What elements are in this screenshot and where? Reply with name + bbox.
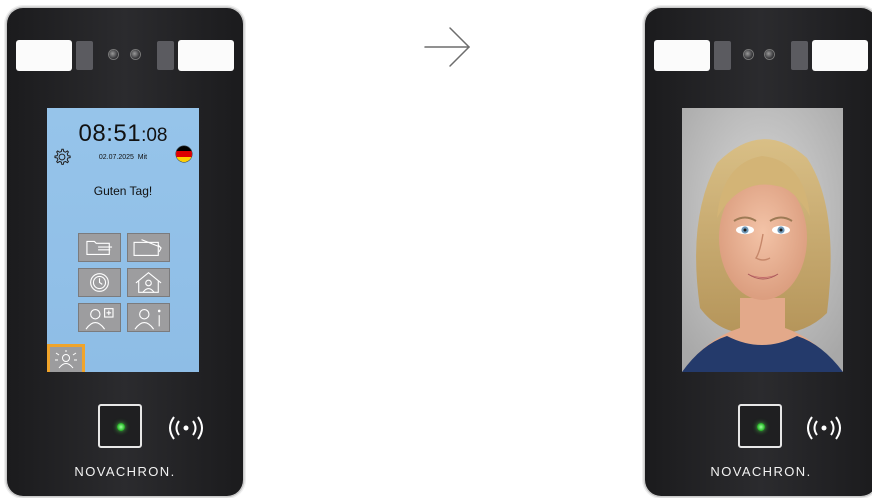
brand-logo: NOVACHRON. [710,464,812,479]
fingerprint-reader[interactable] [98,404,142,448]
clock-display: 08:51:08 [47,120,199,148]
ir-illuminator-right [178,40,234,71]
gear-icon[interactable] [51,146,73,168]
folder-card-button[interactable] [78,233,121,262]
sensor-left [714,41,731,70]
face-photo [682,108,843,372]
clock-hours-minutes: 08:51 [78,120,142,147]
weekday-value: Mit [137,154,148,161]
camera-lens-icon [744,50,753,59]
home-user-icon [135,272,162,293]
terminal-screen: 08:51:08 02.07.2025 Mit Guten Tag! [47,108,199,372]
rfid-icon [169,416,203,440]
date-value: 02.07.2025 [98,154,134,161]
rfid-icon [807,416,841,440]
ir-illuminator-left [654,40,710,71]
camera-sensor-bar [16,40,234,71]
terminal-device-left: 08:51:08 02.07.2025 Mit Guten Tag! NOVAC… [7,8,243,496]
status-led-icon [757,423,765,431]
user-info-icon [134,309,161,330]
status-led-icon [117,423,125,431]
add-user-icon [85,308,114,330]
sensor-right [157,41,174,70]
card-swipe-button[interactable] [127,233,170,262]
clock-icon [90,273,109,292]
greeting-text: Guten Tag! [93,184,153,198]
clock-seconds: :08 [141,125,168,146]
sensor-left [76,41,93,70]
camera-sensor-bar [654,40,868,71]
camera-lens-icon [765,50,774,59]
add-user-button[interactable] [78,303,121,332]
germany-flag-icon[interactable] [176,146,192,162]
sensor-right [791,41,808,70]
ir-illuminator-left [16,40,72,71]
ir-illuminator-right [812,40,868,71]
arrow-right-icon [424,27,471,67]
user-info-button[interactable] [127,303,170,332]
fingerprint-reader[interactable] [738,404,782,448]
brand-logo: NOVACHRON. [74,464,176,479]
face-recognition-icon [55,350,77,369]
camera-lens-icon [109,50,118,59]
face-recognition-button[interactable] [47,344,85,372]
home-user-button[interactable] [127,268,170,297]
terminal-device-right: NOVACHRON. [645,8,872,496]
folder-card-icon [86,240,113,256]
card-swipe-icon [133,239,162,256]
clock-button[interactable] [78,268,121,297]
camera-lens-icon [131,50,140,59]
